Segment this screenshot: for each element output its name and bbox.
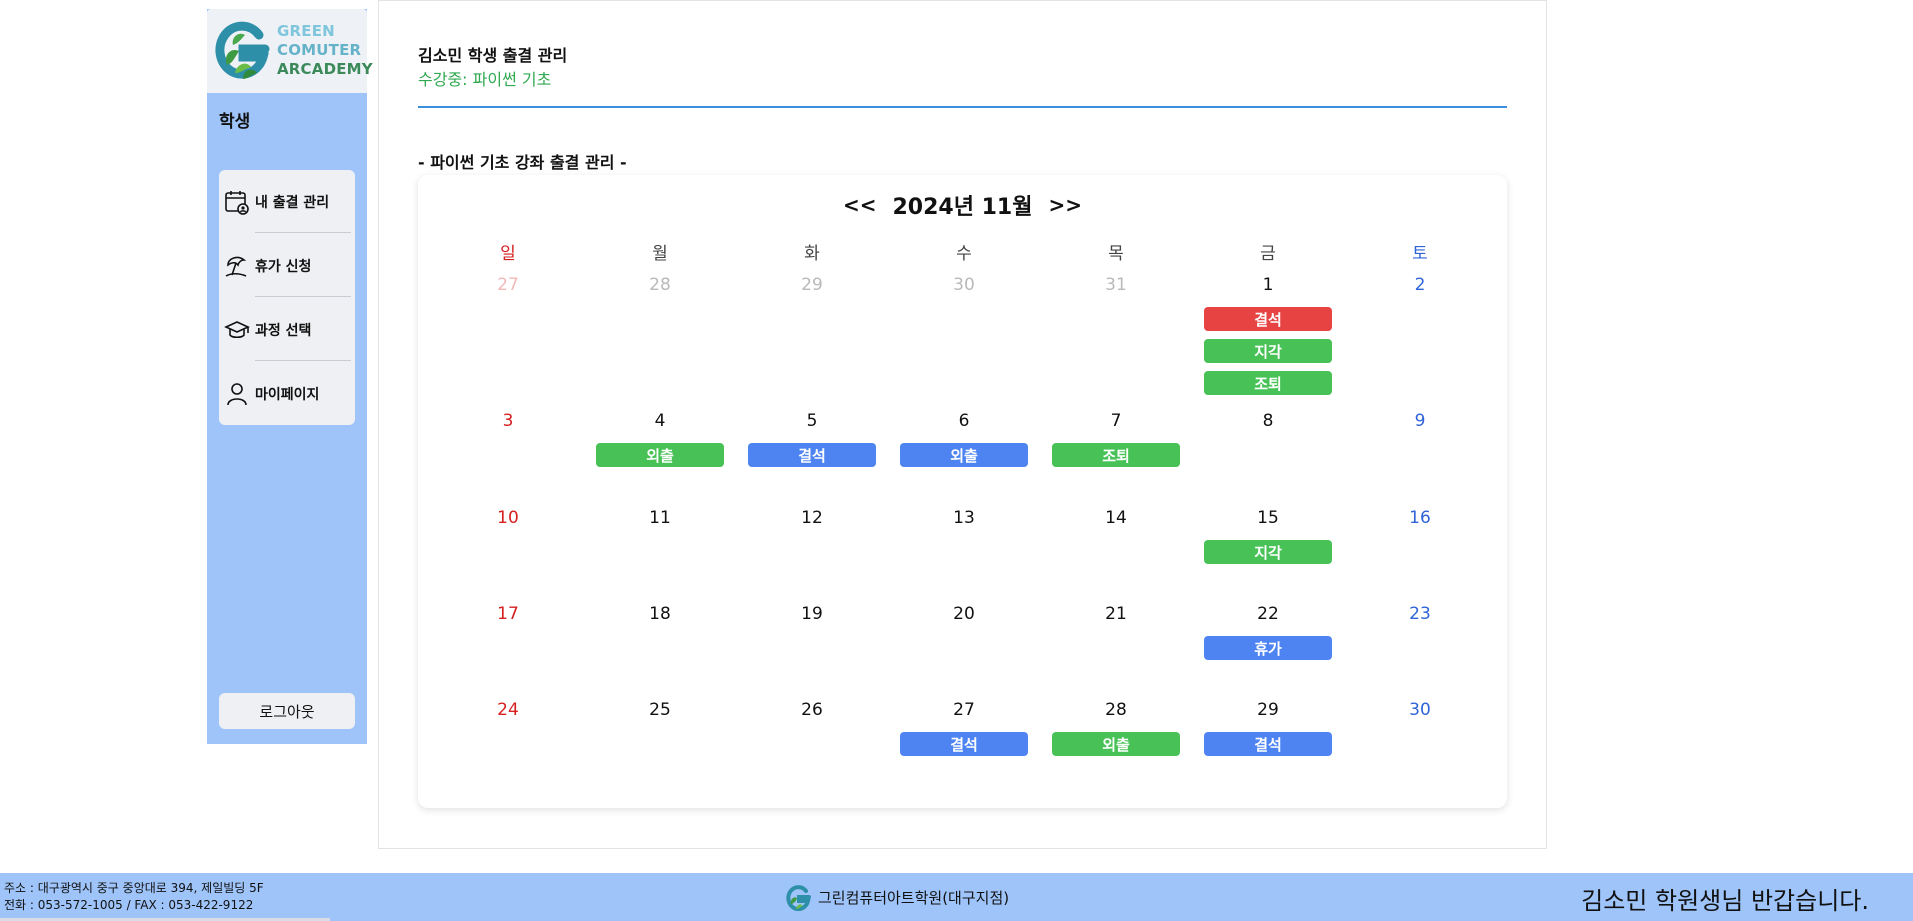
calendar-user-icon [223,188,251,216]
sidebar-item-label: 휴가 신청 [255,259,312,275]
attendance-badge[interactable]: 조퇴 [1052,443,1180,467]
sidebar: GREEN COMUTER ARCADEMY 학생 내 출결 관리 휴가 신청 … [207,9,373,744]
sidebar-item-attendance[interactable]: 내 출결 관리 [219,170,355,234]
sidebar-item-label: 내 출결 관리 [255,195,330,211]
attendance-badge[interactable]: 휴가 [1204,636,1332,660]
footer-brand: 그린컴퓨터아트학원(대구지점) [786,883,1009,911]
footer-contact: 주소 : 대구광역시 중구 중앙대로 394, 제일빌딩 5F 전화 : 053… [4,880,264,914]
calendar-day[interactable]: 15 [1192,508,1344,528]
calendar-day[interactable]: 26 [736,700,888,720]
logo-g-icon [215,21,270,79]
weekday-header: 화 [804,244,820,264]
calendar-day[interactable]: 3 [432,411,584,431]
main-panel: 김소민 학생 출결 관리 수강중: 파이썬 기초 - 파이썬 기초 강좌 출결 … [378,0,1547,849]
logo-line-1: GREEN [277,22,335,40]
calendar-day[interactable]: 14 [1040,508,1192,528]
graduation-cap-icon [223,316,251,344]
sidebar-item-course-select[interactable]: 과정 선택 [219,298,355,362]
calendar-day[interactable]: 21 [1040,604,1192,624]
calendar-day-other-month[interactable]: 27 [432,275,584,295]
calendar-day[interactable]: 22 [1192,604,1344,624]
calendar-day[interactable]: 24 [432,700,584,720]
sidebar-item-label: 마이페이지 [255,387,320,403]
sidebar-item-label: 과정 선택 [255,323,312,339]
weekday-header: 월 [652,244,668,264]
attendance-badge[interactable]: 지각 [1204,540,1332,564]
calendar-day[interactable]: 30 [1344,700,1496,720]
footer: 주소 : 대구광역시 중구 중앙대로 394, 제일빌딩 5F 전화 : 053… [0,873,1913,921]
calendar-day[interactable]: 2 [1344,275,1496,295]
footer-address: 주소 : 대구광역시 중구 중앙대로 394, 제일빌딩 5F [4,881,264,895]
brand-logo-icon [786,885,811,911]
calendar-day[interactable]: 6 [888,411,1040,431]
attendance-badge[interactable]: 조퇴 [1204,371,1332,395]
calendar-day[interactable]: 1 [1192,275,1344,295]
attendance-badge[interactable]: 외출 [1052,732,1180,756]
title-divider [418,106,1507,108]
attendance-badge[interactable]: 지각 [1204,339,1332,363]
menu-divider [255,296,351,297]
sidebar-menu: 내 출결 관리 휴가 신청 과정 선택 마이페이지 [219,170,355,425]
calendar-day[interactable]: 10 [432,508,584,528]
weekday-header: 수 [956,244,972,264]
logo-text: GREEN COMUTER ARCADEMY [277,22,373,79]
logo-line-3: ARCADEMY [277,60,373,78]
calendar-day[interactable]: 12 [736,508,888,528]
calendar-day[interactable]: 20 [888,604,1040,624]
logout-button[interactable]: 로그아웃 [219,693,355,729]
calendar-day[interactable]: 17 [432,604,584,624]
calendar-day-other-month[interactable]: 28 [584,275,736,295]
calendar-day[interactable]: 25 [584,700,736,720]
sidebar-item-vacation[interactable]: 휴가 신청 [219,234,355,298]
current-course: 수강중: 파이썬 기초 [418,70,552,89]
weekday-header: 일 [500,244,516,264]
menu-divider [255,360,351,361]
calendar-day[interactable]: 7 [1040,411,1192,431]
weekday-header: 토 [1412,244,1428,264]
calendar-day[interactable]: 19 [736,604,888,624]
calendar-day-other-month[interactable]: 30 [888,275,1040,295]
calendar-day[interactable]: 29 [1192,700,1344,720]
attendance-badge[interactable]: 결석 [1204,732,1332,756]
calendar-day-other-month[interactable]: 29 [736,275,888,295]
attendance-badge[interactable]: 결석 [748,443,876,467]
calendar-day[interactable]: 27 [888,700,1040,720]
weekday-header: 금 [1260,244,1276,264]
prev-month-button[interactable]: << [833,193,887,217]
menu-divider [255,232,351,233]
logo-line-2: COMUTER [277,41,362,59]
welcome-message: 김소민 학원생님 반갑습니다. [1581,887,1869,915]
sidebar-item-mypage[interactable]: 마이페이지 [219,362,355,426]
calendar-day[interactable]: 4 [584,411,736,431]
calendar-day[interactable]: 23 [1344,604,1496,624]
calendar-day[interactable]: 28 [1040,700,1192,720]
calendar-day[interactable]: 13 [888,508,1040,528]
beach-umbrella-icon [223,252,251,280]
page-title: 김소민 학생 출결 관리 [418,46,568,65]
current-month-label: 2024년 11월 [892,195,1033,220]
footer-phone: 전화 : 053-572-1005 / FAX : 053-422-9122 [4,898,254,912]
attendance-badge[interactable]: 결석 [900,732,1028,756]
attendance-badge[interactable]: 외출 [900,443,1028,467]
section-title: - 파이썬 기초 강좌 출결 관리 - [418,153,627,172]
sidebar-title: 학생 [219,112,251,132]
footer-brand-name: 그린컴퓨터아트학원(대구지점) [818,888,1010,907]
attendance-badge[interactable]: 외출 [596,443,724,467]
calendar-day[interactable]: 5 [736,411,888,431]
calendar-day[interactable]: 11 [584,508,736,528]
user-icon [223,380,251,408]
calendar-day[interactable]: 18 [584,604,736,624]
calendar-day-other-month[interactable]: 31 [1040,275,1192,295]
next-month-button[interactable]: >> [1039,193,1093,217]
attendance-badge[interactable]: 결석 [1204,307,1332,331]
calendar-header: << 2024년 11월 >> [418,187,1507,223]
attendance-calendar: << 2024년 11월 >> 일 월 화 수 목 금 토 27 28 29 30 31 1 결석 지각 조퇴… [418,175,1507,808]
calendar-day[interactable]: 9 [1344,411,1496,431]
calendar-day[interactable]: 8 [1192,411,1344,431]
academy-logo[interactable]: GREEN COMUTER ARCADEMY [207,9,373,93]
calendar-day[interactable]: 16 [1344,508,1496,528]
weekday-header: 목 [1108,244,1124,264]
